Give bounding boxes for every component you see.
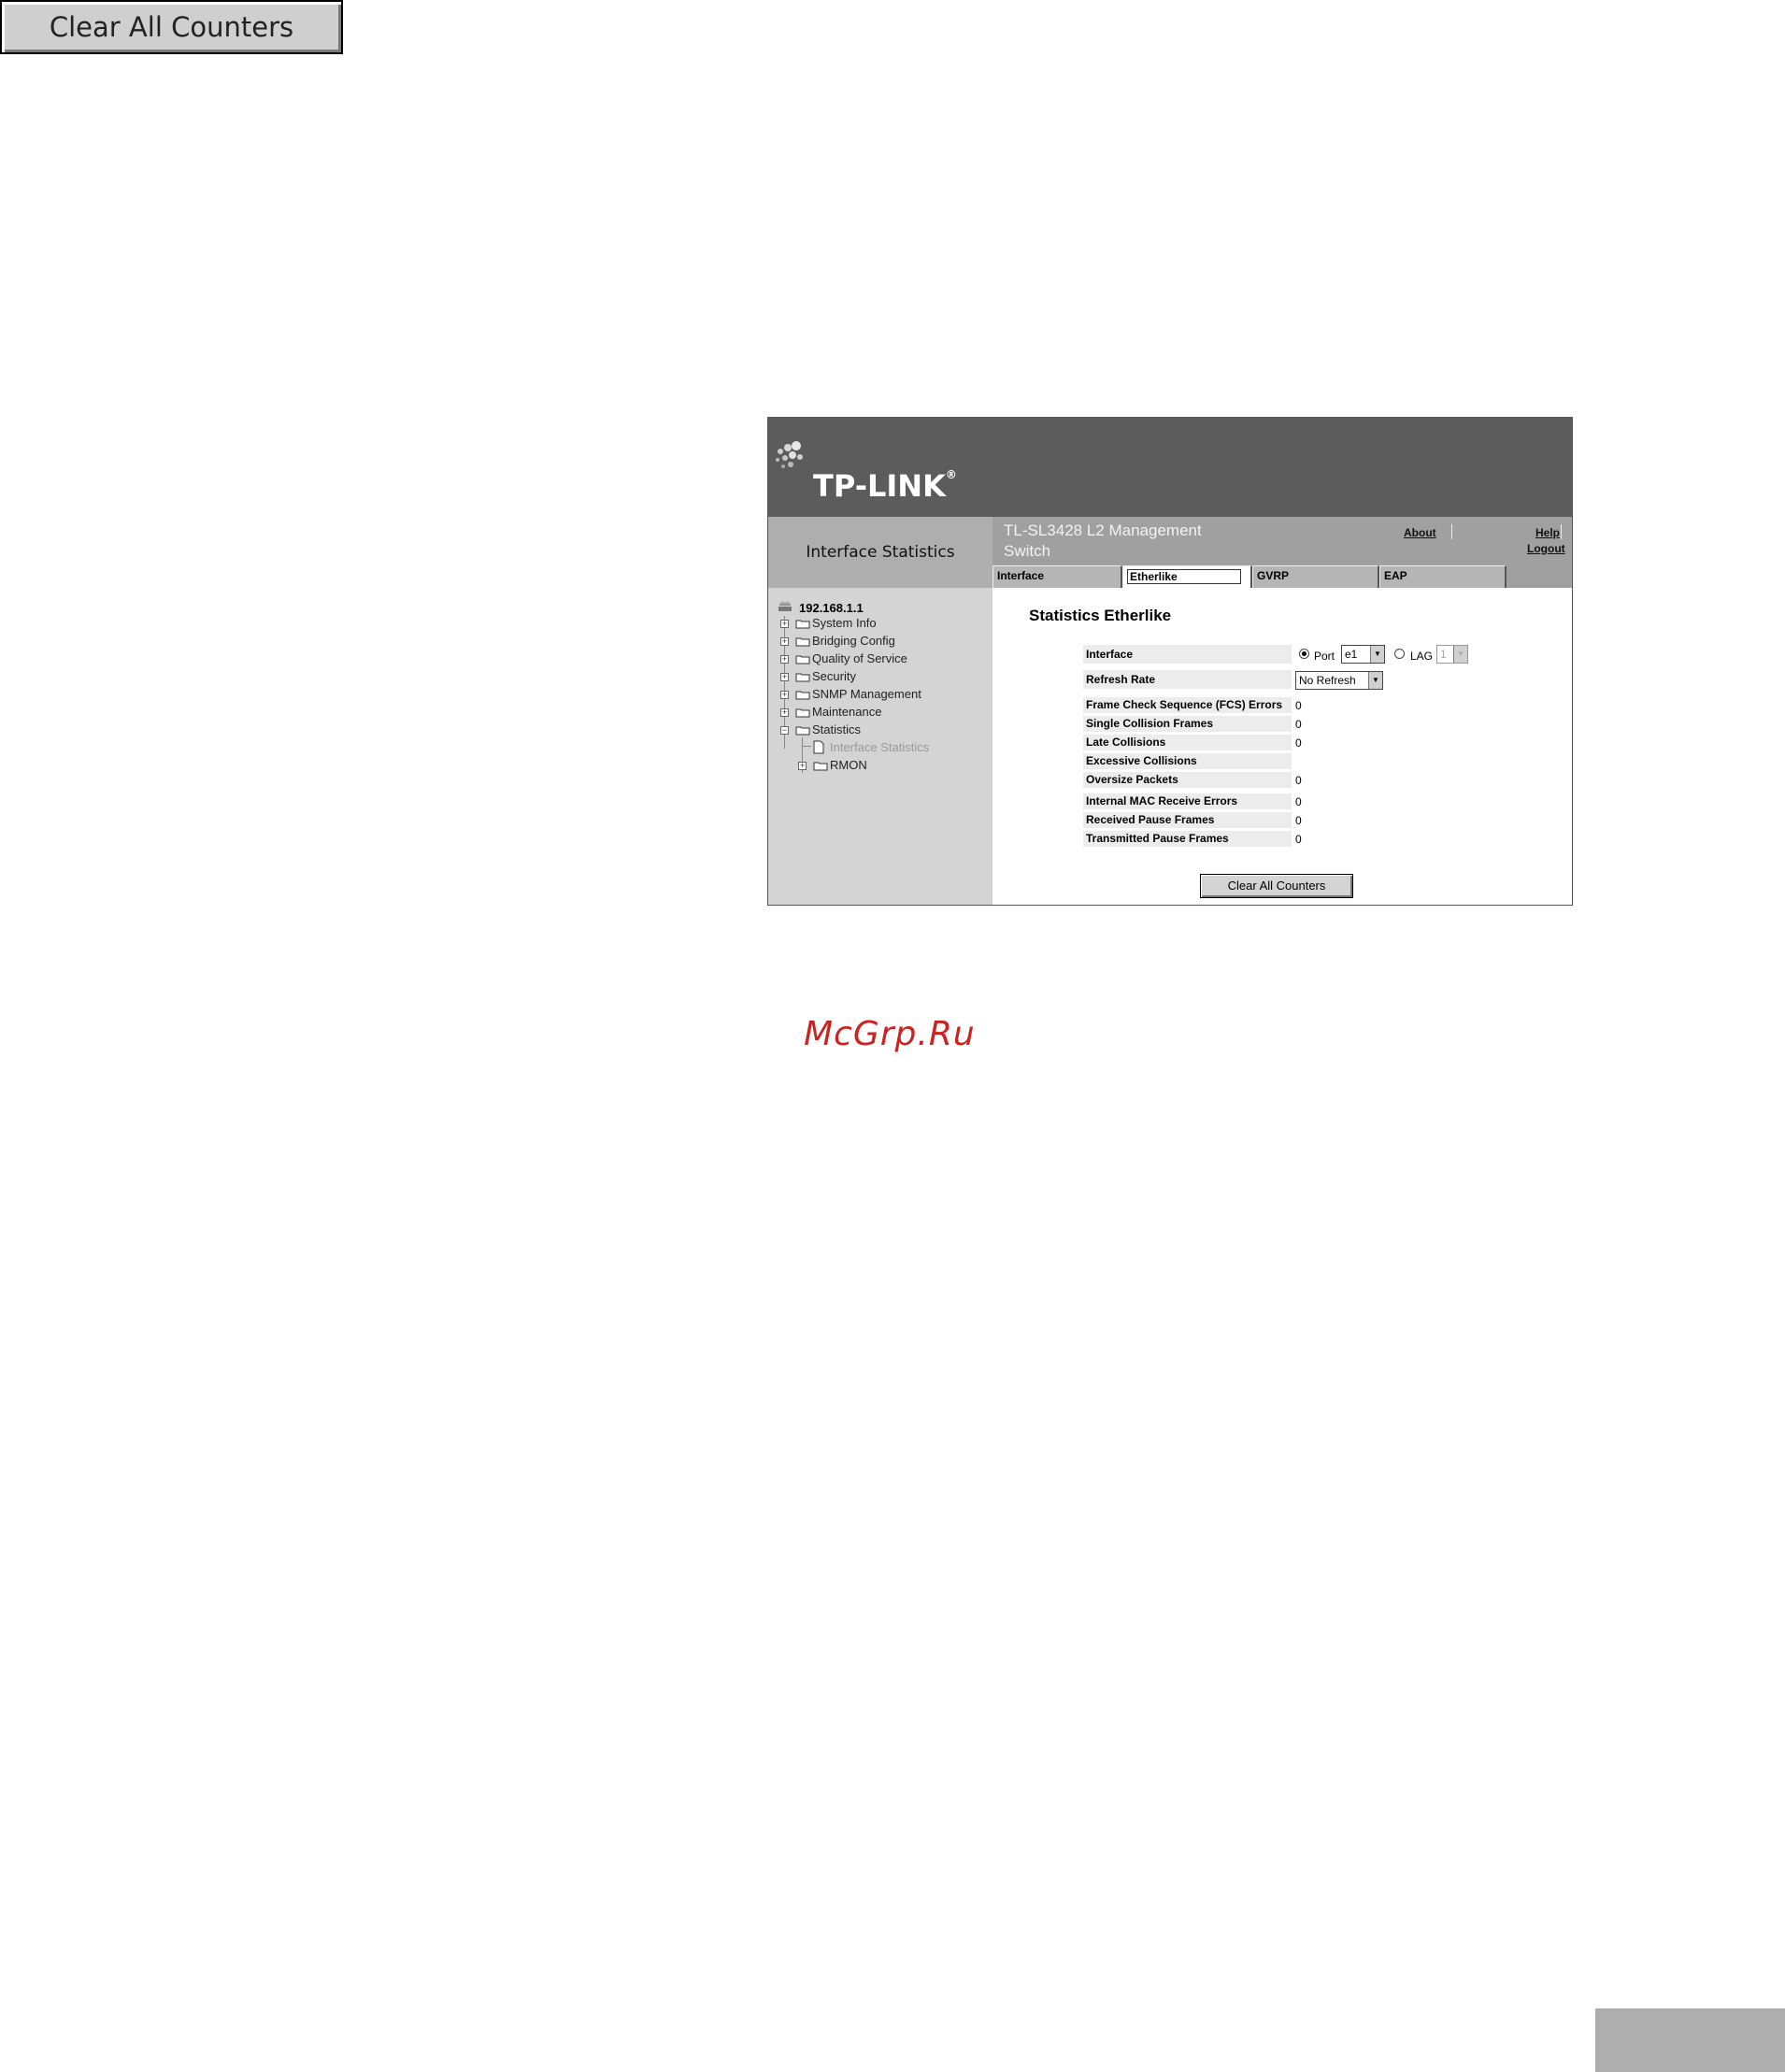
stat-value: 0 (1295, 699, 1302, 712)
page-corner-tab (1595, 2008, 1785, 2072)
stat-label: Oversize Packets (1083, 772, 1292, 788)
tree-item-interface-statistics[interactable]: Interface Statistics (830, 740, 929, 754)
divider (1561, 524, 1562, 539)
product-title: TL-SL3428 L2 Management Switch (1004, 522, 1202, 560)
logout-link[interactable]: Logout (1527, 542, 1565, 555)
port-radio[interactable] (1299, 649, 1309, 659)
folder-icon (795, 620, 810, 629)
main-panel: Statistics Etherlike Interface Port e1 ▼ … (992, 588, 1572, 905)
stat-value: 0 (1295, 736, 1302, 750)
page-heading: Interface Statistics (768, 517, 992, 588)
stat-label: Transmitted Pause Frames (1083, 831, 1292, 847)
tab-interface[interactable]: Interface (992, 565, 1122, 588)
clear-all-counters-big-button[interactable]: Clear All Counters (0, 0, 343, 54)
stat-value: 0 (1295, 814, 1302, 827)
stat-label: Excessive Collisions (1083, 753, 1292, 769)
header-banner: TP-LINK® (768, 418, 1572, 517)
folder-icon (795, 673, 810, 682)
about-link[interactable]: About (1404, 526, 1436, 539)
expand-icon[interactable]: + (780, 691, 789, 699)
refresh-rate-label: Refresh Rate (1083, 670, 1292, 689)
tree-item-statistics[interactable]: Statistics (812, 722, 861, 736)
folder-icon (795, 637, 810, 647)
folder-icon (795, 655, 810, 664)
open-folder-icon (795, 726, 810, 736)
watermark: McGrp.Ru (804, 1015, 976, 1053)
chevron-down-icon: ▼ (1370, 646, 1384, 663)
stat-label: Internal MAC Receive Errors (1083, 793, 1292, 809)
stat-value: 0 (1295, 774, 1302, 787)
lag-label: LAG (1410, 650, 1434, 663)
tab-eap[interactable]: EAP (1379, 565, 1507, 588)
stat-label: Received Pause Frames (1083, 812, 1292, 828)
tp-link-logo-icon (776, 441, 803, 468)
lag-radio[interactable] (1394, 649, 1405, 659)
navigation-tree: 192.168.1.1 + System Info + Bridging Con… (768, 588, 992, 905)
stat-value: 0 (1295, 833, 1302, 846)
port-select[interactable]: e1 ▼ (1341, 645, 1385, 664)
expand-icon[interactable]: + (780, 708, 789, 717)
tree-item-snmp-management[interactable]: SNMP Management (812, 687, 921, 701)
tree-item-system-info[interactable]: System Info (812, 616, 877, 630)
expand-icon[interactable]: + (780, 655, 789, 664)
stat-label: Late Collisions (1083, 735, 1292, 750)
form-title: Statistics Etherlike (1029, 607, 1172, 624)
tab-etherlike[interactable]: Etherlike (1122, 565, 1252, 588)
tree-item-bridging-config[interactable]: Bridging Config (812, 634, 895, 648)
expand-icon[interactable]: + (780, 637, 789, 646)
tree-item-quality-of-service[interactable]: Quality of Service (812, 651, 907, 665)
folder-icon (813, 762, 828, 771)
stat-value: 0 (1295, 718, 1302, 731)
stat-label: Single Collision Frames (1083, 716, 1292, 732)
stat-label: Frame Check Sequence (FCS) Errors (1083, 697, 1292, 713)
lag-select[interactable]: 1 ▼ (1436, 645, 1468, 664)
stat-value: 0 (1295, 795, 1302, 808)
tree-item-maintenance[interactable]: Maintenance (812, 705, 881, 719)
refresh-rate-select[interactable]: No Refresh ▼ (1295, 671, 1383, 690)
folder-icon (795, 708, 810, 718)
folder-icon (795, 691, 810, 700)
expand-icon[interactable]: + (780, 673, 789, 681)
tree-item-security[interactable]: Security (812, 669, 856, 683)
interface-label: Interface (1083, 645, 1292, 664)
tree-item-rmon[interactable]: RMON (830, 758, 867, 772)
tp-link-logo: TP-LINK® (813, 468, 957, 504)
expand-icon[interactable]: + (798, 762, 807, 770)
network-device-icon (778, 602, 792, 611)
tab-gvrp[interactable]: GVRP (1252, 565, 1379, 588)
tree-line (802, 746, 811, 747)
clear-all-counters-button[interactable]: Clear All Counters (1200, 874, 1353, 898)
port-label: Port (1314, 650, 1335, 663)
collapse-icon[interactable]: − (780, 726, 789, 735)
document-icon (813, 740, 824, 754)
tree-root-ip[interactable]: 192.168.1.1 (799, 601, 864, 615)
divider (1451, 524, 1452, 539)
help-link[interactable]: Help (1535, 526, 1560, 539)
chevron-down-icon: ▼ (1368, 672, 1382, 689)
chevron-down-icon: ▼ (1453, 646, 1467, 663)
expand-icon[interactable]: + (780, 620, 789, 628)
switch-web-ui: TP-LINK® Interface Statistics TL-SL3428 … (767, 417, 1573, 906)
